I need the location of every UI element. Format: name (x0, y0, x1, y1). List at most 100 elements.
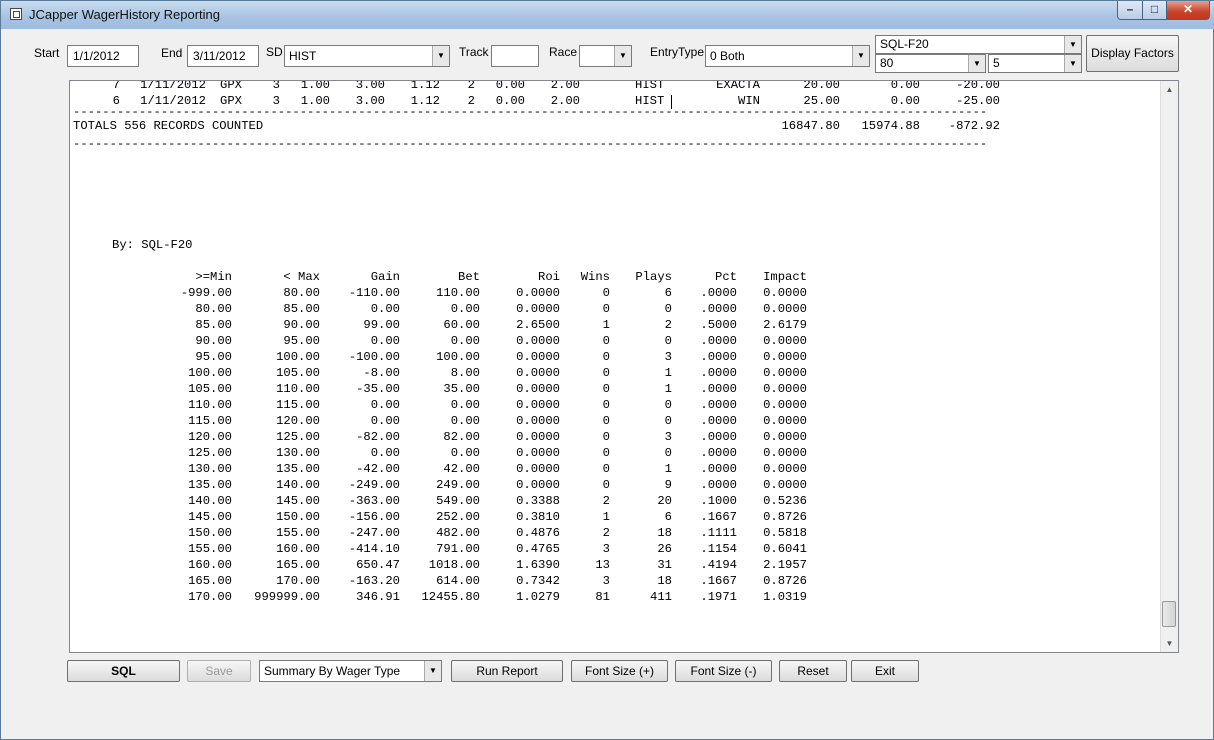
scroll-thumb[interactable] (1162, 601, 1176, 627)
report-type-select[interactable]: Summary By Wager Type ▼ (259, 660, 442, 682)
title-bar[interactable]: JCapper WagerHistory Reporting – □ ✕ (1, 1, 1214, 29)
table-cell: 0.0000 (516, 414, 560, 428)
table-cell: 0.8726 (763, 510, 807, 524)
table-cell: 100.00 (276, 350, 320, 364)
table-cell: 20 (657, 494, 672, 508)
table-cell: 165.00 (188, 574, 232, 588)
table-cell: .1111 (700, 526, 737, 540)
table-cell: 170.00 (188, 590, 232, 604)
chevron-down-icon[interactable]: ▼ (432, 46, 449, 66)
table-cell: 252.00 (436, 510, 480, 524)
totals-gain: -872.92 (948, 119, 1000, 133)
minimize-button[interactable]: – (1117, 1, 1143, 20)
min-value-select-value: 80 (880, 56, 894, 70)
run-report-button[interactable]: Run Report (451, 660, 563, 682)
start-label: Start (34, 46, 60, 60)
table-cell: .0000 (700, 462, 737, 476)
table-cell: 0 (602, 446, 610, 460)
table-cell: -999.00 (180, 286, 232, 300)
table-cell: 170.00 (276, 574, 320, 588)
table-cell: .0000 (700, 382, 737, 396)
table-cell: -100.00 (348, 350, 400, 364)
table-cell: 0.0000 (763, 366, 807, 380)
table-cell: .0000 (700, 398, 737, 412)
entrytype-select[interactable]: 0 Both ▼ (705, 45, 870, 67)
table-cell: 3 (664, 350, 672, 364)
step-select[interactable]: 5 ▼ (988, 54, 1082, 73)
app-icon[interactable] (10, 8, 22, 20)
scroll-up-icon[interactable]: ▲ (1161, 81, 1178, 98)
table-header: Gain (370, 270, 400, 284)
table-cell: -414.10 (348, 542, 400, 556)
save-button[interactable]: Save (187, 660, 251, 682)
table-cell: 110.00 (436, 286, 480, 300)
totals-bet: 16847.80 (781, 119, 840, 133)
sd-select[interactable]: HIST ▼ (284, 45, 450, 67)
start-date-field[interactable]: 1/1/2012 (67, 45, 139, 67)
table-cell: 140.00 (188, 494, 232, 508)
report-type-select-value: Summary By Wager Type (264, 664, 401, 678)
separator-line: ----------------------------------------… (73, 105, 988, 119)
close-button[interactable]: ✕ (1166, 1, 1210, 20)
table-cell: .1000 (700, 494, 737, 508)
track-field[interactable] (491, 45, 539, 67)
race-select[interactable]: ▼ (579, 45, 632, 67)
chevron-down-icon[interactable]: ▼ (614, 46, 631, 66)
factor-select[interactable]: SQL-F20 ▼ (875, 35, 1082, 54)
report-row-cell: 0.00 (495, 80, 525, 92)
table-cell: .0000 (700, 430, 737, 444)
font-size-plus-button[interactable]: Font Size (+) (571, 660, 668, 682)
report-output[interactable]: 7 1/11/2012 GPX 3 1.00 3.00 1.12 2 0.00 2.00 HIST E… (69, 80, 1179, 653)
table-cell: 2.1957 (763, 558, 807, 572)
table-cell: 99.00 (363, 318, 400, 332)
table-cell: 0 (602, 350, 610, 364)
table-cell: 105.00 (276, 366, 320, 380)
table-cell: 120.00 (188, 430, 232, 444)
table-cell: 35.00 (443, 382, 480, 396)
chevron-down-icon[interactable]: ▼ (968, 55, 985, 72)
table-cell: 482.00 (436, 526, 480, 540)
table-header: < Max (283, 270, 320, 284)
table-cell: 100.00 (436, 350, 480, 364)
end-date-field[interactable]: 3/11/2012 (187, 45, 259, 67)
table-cell: 549.00 (436, 494, 480, 508)
table-cell: 0.0000 (516, 446, 560, 460)
table-cell: 1.6390 (516, 558, 560, 572)
window-title: JCapper WagerHistory Reporting (29, 7, 220, 22)
report-row-cell: 20.00 (803, 80, 840, 92)
table-cell: -35.00 (356, 382, 400, 396)
table-cell: 42.00 (443, 462, 480, 476)
chevron-down-icon[interactable]: ▼ (852, 46, 869, 66)
reset-button[interactable]: Reset (779, 660, 847, 682)
sql-button[interactable]: SQL (67, 660, 180, 682)
vertical-scrollbar[interactable]: ▲ ▼ (1160, 81, 1178, 652)
table-cell: 0.7342 (516, 574, 560, 588)
table-cell: 1018.00 (428, 558, 480, 572)
font-size-minus-button[interactable]: Font Size (-) (675, 660, 772, 682)
table-cell: 0.4765 (516, 542, 560, 556)
table-cell: 411 (650, 590, 672, 604)
table-cell: 145.00 (188, 510, 232, 524)
table-cell: 90.00 (283, 318, 320, 332)
table-cell: 0.5236 (763, 494, 807, 508)
app-window: JCapper WagerHistory Reporting – □ ✕ Sta… (0, 0, 1214, 740)
table-cell: 130.00 (276, 446, 320, 460)
exit-button[interactable]: Exit (851, 660, 919, 682)
report-row-cell: 1.12 (410, 80, 440, 92)
table-cell: 3 (602, 542, 610, 556)
chevron-down-icon[interactable]: ▼ (1064, 36, 1081, 53)
maximize-button[interactable]: □ (1142, 1, 1167, 20)
chevron-down-icon[interactable]: ▼ (1064, 55, 1081, 72)
report-row-cell: HIST (635, 80, 665, 92)
min-value-select[interactable]: 80 ▼ (875, 54, 986, 73)
table-cell: 2.6179 (763, 318, 807, 332)
totals-return: 15974.88 (861, 119, 920, 133)
table-cell: 0.00 (450, 334, 480, 348)
scroll-down-icon[interactable]: ▼ (1161, 635, 1178, 652)
table-cell: 0.00 (450, 414, 480, 428)
by-factor-label: By: SQL-F20 (112, 238, 193, 252)
chevron-down-icon[interactable]: ▼ (424, 661, 441, 681)
display-factors-button[interactable]: Display Factors (1086, 35, 1179, 72)
table-cell: 1.0319 (763, 590, 807, 604)
table-cell: .1971 (700, 590, 737, 604)
